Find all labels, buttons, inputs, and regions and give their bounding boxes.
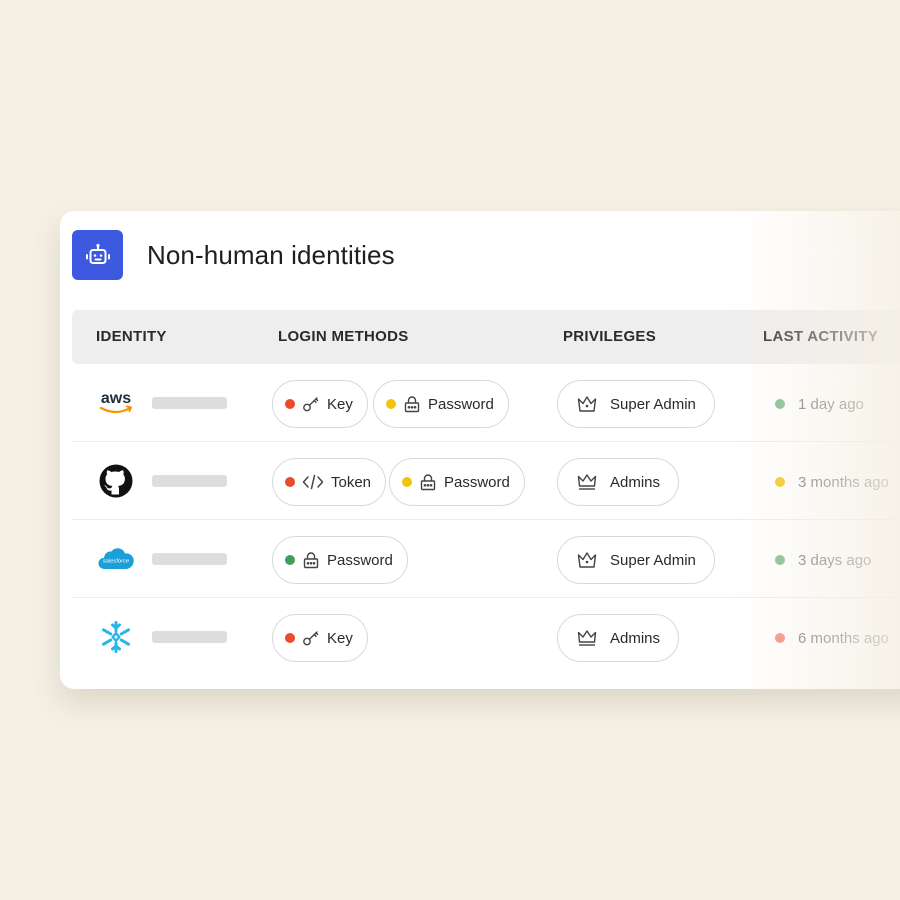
table-row[interactable]: aws Key Password Super Admin 1 day ago (72, 364, 900, 442)
login-method-chip[interactable]: Password (272, 536, 408, 584)
login-method-label: Key (327, 395, 353, 413)
login-method-label: Password (444, 473, 510, 491)
login-method-chip[interactable]: Password (373, 380, 509, 428)
status-dot (775, 633, 785, 643)
table-row[interactable]: Key Admins 6 months ago (72, 598, 900, 676)
salesforce-logo-text: salesforce (103, 559, 130, 565)
column-header-last-activity[interactable]: LAST ACTIVITY (763, 310, 878, 364)
aws-logo-text: aws (101, 390, 131, 407)
panel-header: Non-human identities (72, 230, 395, 280)
salesforce-logo: salesforce (96, 542, 136, 576)
lock-icon (419, 473, 437, 491)
identity-name-placeholder (152, 553, 227, 565)
status-dot (775, 399, 785, 409)
login-method-chip[interactable]: Token (272, 458, 387, 506)
login-method-label: Password (428, 395, 494, 413)
last-activity: 1 day ago (775, 380, 864, 428)
crown-icon (576, 627, 598, 649)
stage: Non-human identities IDENTITY LOGIN METH… (0, 0, 900, 900)
login-method-label: Key (327, 629, 353, 647)
privilege-label: Admins (610, 473, 661, 491)
panel-title: Non-human identities (147, 239, 395, 270)
privilege-chip[interactable]: Admins (557, 458, 680, 506)
last-activity: 6 months ago (775, 614, 889, 662)
crown-super-icon (576, 549, 598, 571)
privilege-chip[interactable]: Admins (557, 614, 680, 662)
crown-icon (576, 471, 598, 493)
last-activity: 3 days ago (775, 536, 871, 584)
identity-name-placeholder (152, 475, 227, 487)
privilege-label: Super Admin (610, 551, 696, 569)
status-dot (402, 477, 412, 487)
code-icon (302, 473, 324, 491)
login-method-chip[interactable]: Key (272, 614, 368, 662)
column-header-identity[interactable]: IDENTITY (96, 310, 167, 364)
login-method-chip[interactable]: Key (272, 380, 368, 428)
github-logo (96, 464, 136, 498)
status-dot (386, 399, 396, 409)
robot-icon (72, 230, 123, 280)
login-method-label: Token (331, 473, 372, 491)
lock-icon (403, 395, 421, 413)
status-dot (285, 555, 295, 565)
last-activity-label: 6 months ago (798, 629, 889, 647)
non-human-identities-panel: Non-human identities IDENTITY LOGIN METH… (60, 211, 900, 689)
privilege-label: Admins (610, 629, 661, 647)
last-activity-label: 3 days ago (798, 551, 872, 569)
privilege-chip[interactable]: Super Admin (557, 536, 715, 584)
table-header: IDENTITY LOGIN METHODS PRIVILEGES LAST A… (72, 310, 900, 364)
privilege-chip[interactable]: Super Admin (557, 380, 715, 428)
key-icon (302, 395, 320, 413)
snowflake-logo (96, 620, 136, 654)
identity-name-placeholder (152, 631, 227, 643)
status-dot (285, 633, 295, 643)
last-activity-label: 3 months ago (798, 473, 889, 491)
table-row[interactable]: Token Password Admins 3 months ago (72, 442, 900, 520)
login-method-chip[interactable]: Password (389, 458, 525, 506)
aws-logo: aws (96, 386, 136, 420)
status-dot (775, 477, 785, 487)
column-header-login-methods[interactable]: LOGIN METHODS (278, 310, 409, 364)
login-method-label: Password (327, 551, 393, 569)
status-dot (285, 399, 295, 409)
lock-icon (302, 551, 320, 569)
last-activity: 3 months ago (775, 458, 889, 506)
privilege-label: Super Admin (610, 395, 696, 413)
table-row[interactable]: salesforce Password Super Admin 3 days a… (72, 520, 900, 598)
crown-super-icon (576, 393, 598, 415)
column-header-privileges[interactable]: PRIVILEGES (563, 310, 656, 364)
last-activity-label: 1 day ago (798, 395, 864, 413)
key-icon (302, 629, 320, 647)
status-dot (775, 555, 785, 565)
identity-name-placeholder (152, 397, 227, 409)
status-dot (285, 477, 295, 487)
